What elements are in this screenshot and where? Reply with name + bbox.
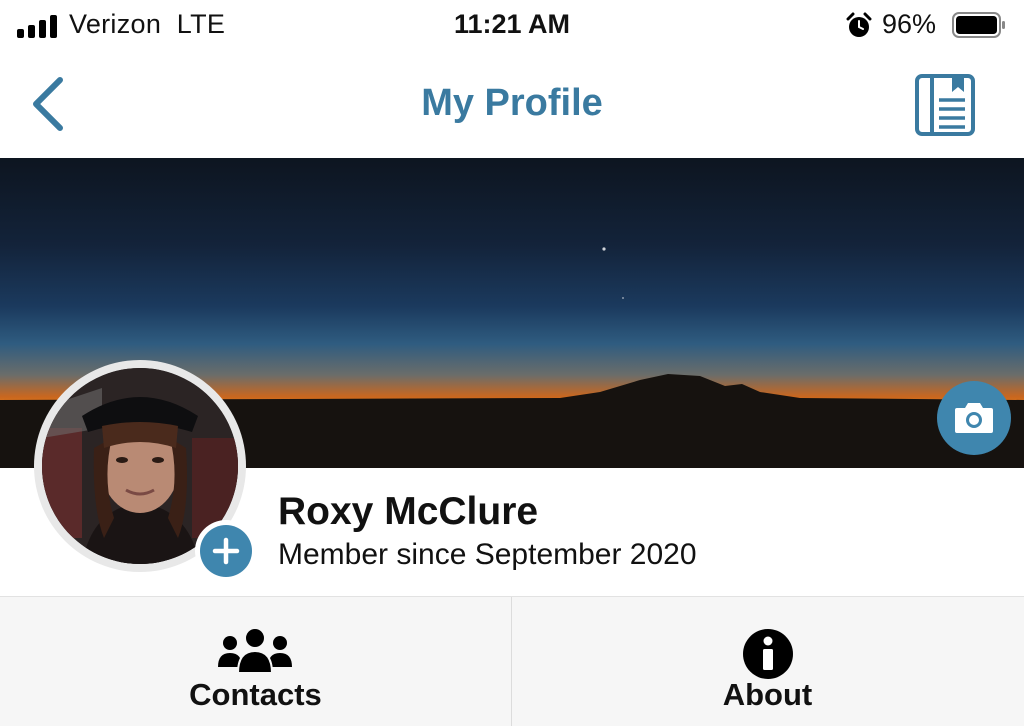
contacts-group-icon [218, 627, 292, 674]
member-since-label: Member since September 2020 [278, 538, 697, 571]
tab-about[interactable]: About [512, 597, 1023, 726]
battery-percent: 96% [882, 9, 937, 39]
plus-icon [212, 537, 240, 565]
profile-tabs: Contacts About [0, 596, 1024, 726]
camera-icon [955, 403, 993, 433]
notebook-icon[interactable] [912, 72, 978, 138]
status-bar: Verizon LTE 11:21 AM 96% [0, 0, 1024, 52]
battery-icon [952, 12, 1005, 38]
profile-name: Roxy McClure [278, 490, 539, 533]
page-title: My Profile [421, 82, 603, 124]
info-icon [743, 629, 793, 679]
alarm-clock-icon [846, 12, 872, 37]
add-profile-photo-button[interactable] [195, 520, 257, 582]
tab-contacts-label: Contacts [189, 677, 322, 712]
tab-contacts[interactable]: Contacts [0, 597, 511, 726]
navigation-bar: My Profile [0, 52, 1024, 158]
tab-about-label: About [722, 677, 813, 712]
change-cover-photo-button[interactable] [937, 381, 1011, 455]
